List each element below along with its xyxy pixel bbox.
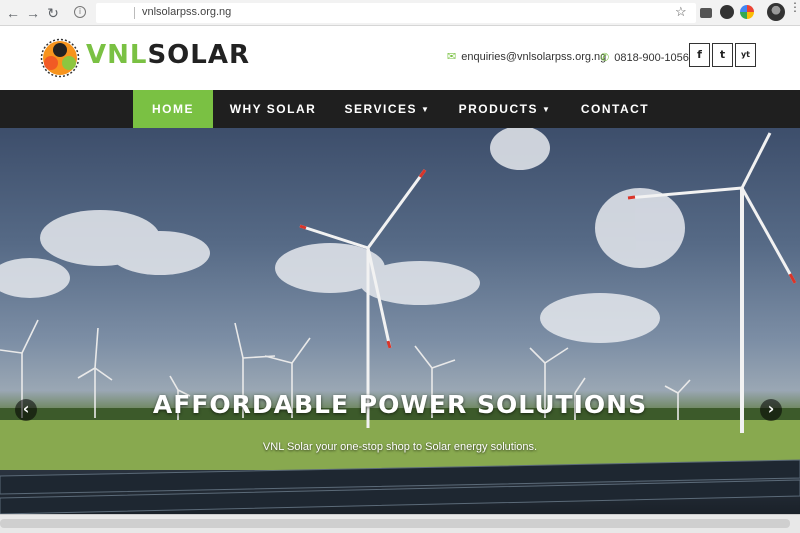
- address-bar[interactable]: vnlsolarpss.org.ng: [96, 3, 696, 23]
- caret-down-icon: ▼: [421, 104, 431, 114]
- youtube-icon[interactable]: yt: [735, 43, 756, 67]
- back-icon[interactable]: ←: [4, 4, 22, 22]
- url-text[interactable]: vnlsolarpss.org.ng: [142, 6, 231, 18]
- extension-icon[interactable]: [700, 8, 712, 18]
- nav-products-label: PRODUCTS: [458, 102, 538, 116]
- profile-avatar[interactable]: [767, 3, 785, 21]
- brand-secondary: SOLAR: [147, 40, 250, 70]
- phone-text: 0818-900-1056: [614, 52, 689, 64]
- hero-subtitle: VNL Solar your one-stop shop to Solar en…: [262, 441, 538, 453]
- extension-shield-icon[interactable]: [720, 5, 734, 19]
- nav-why-solar-label: WHY SOLAR: [229, 102, 317, 116]
- caret-down-icon: ▼: [541, 104, 552, 114]
- email-text: enquiries@vnlsolarpss.org.ng: [461, 51, 607, 63]
- envelope-icon: ✉: [447, 50, 457, 63]
- twitter-icon[interactable]: t: [712, 43, 733, 67]
- nav-contact-label: CONTACT: [580, 102, 650, 116]
- brand-logo[interactable]: VNLSOLAR: [86, 40, 250, 70]
- chevron-left-icon[interactable]: ‹: [15, 399, 37, 421]
- nav-home-label: HOME: [152, 102, 194, 116]
- nav-services-label: SERVICES: [344, 102, 418, 116]
- horizontal-scrollbar[interactable]: [0, 514, 800, 533]
- scrollbar-thumb[interactable]: [0, 519, 790, 528]
- nav-home[interactable]: HOME: [133, 90, 213, 128]
- browser-toolbar: ← → ↻ i vnlsolarpss.org.ng ☆ ⋮: [0, 0, 800, 26]
- nav-contact[interactable]: CONTACT: [575, 90, 655, 128]
- hero-slider: AFFORDABLE POWER SOLUTIONS VNL Solar you…: [0, 128, 800, 514]
- contact-email[interactable]: ✉ enquiries@vnlsolarpss.org.ng: [447, 50, 606, 63]
- brand-primary: VNL: [86, 40, 148, 70]
- main-nav: HOME WHY SOLAR SERVICES ▼ PRODUCTS ▼ CONTA…: [0, 90, 800, 128]
- contact-phone[interactable]: ✆ 0818-900-1056: [600, 51, 689, 64]
- address-separator: [134, 7, 135, 19]
- nav-services[interactable]: SERVICES ▼: [340, 90, 435, 128]
- nav-why-solar[interactable]: WHY SOLAR: [228, 90, 318, 128]
- browser-menu-icon[interactable]: ⋮: [789, 1, 800, 13]
- facebook-icon[interactable]: f: [689, 43, 710, 67]
- sun-logo-icon[interactable]: [40, 38, 80, 78]
- extension-color-icon[interactable]: [740, 5, 754, 19]
- reload-icon[interactable]: ↻: [44, 4, 62, 22]
- info-icon[interactable]: i: [74, 6, 86, 18]
- chevron-right-icon[interactable]: ›: [760, 399, 782, 421]
- phone-icon: ✆: [600, 51, 610, 64]
- forward-icon[interactable]: →: [24, 4, 42, 22]
- hero-title: AFFORDABLE POWER SOLUTIONS: [152, 390, 648, 419]
- site-header: VNLSOLAR ✉ enquiries@vnlsolarpss.org.ng ✆…: [0, 27, 800, 90]
- hero-background-image: [0, 128, 800, 514]
- nav-products[interactable]: PRODUCTS ▼: [455, 90, 555, 128]
- bookmark-star-icon[interactable]: ☆: [675, 4, 687, 20]
